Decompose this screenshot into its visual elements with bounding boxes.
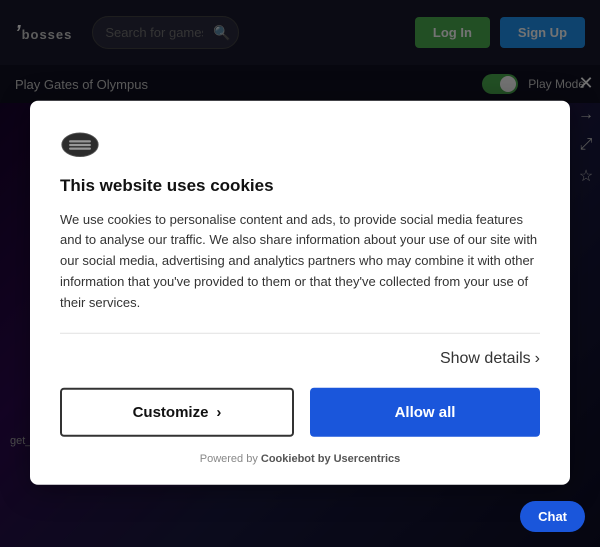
cookie-modal: This website uses cookies We use cookies…: [30, 100, 570, 485]
cookie-divider: [60, 333, 540, 334]
show-details-button[interactable]: Show details ›: [440, 350, 540, 368]
cookie-title: This website uses cookies: [60, 175, 540, 195]
customize-label: Customize: [133, 404, 209, 421]
customize-chevron-icon: ›: [216, 404, 221, 421]
cookie-body-text: We use cookies to personalise content an…: [60, 209, 540, 313]
show-details-label: Show details: [440, 350, 531, 368]
powered-by: Powered by Cookiebot by Usercentrics: [60, 453, 540, 465]
cookiebot-link[interactable]: Cookiebot by Usercentrics: [261, 453, 400, 465]
show-details-row: Show details ›: [60, 350, 540, 368]
cookiebot-logo-svg: [60, 130, 100, 158]
chat-button[interactable]: Chat: [520, 501, 585, 532]
cookie-action-buttons: Customize › Allow all: [60, 388, 540, 437]
cookiebot-logo: [60, 130, 540, 163]
powered-by-text: Powered by: [200, 453, 258, 465]
show-details-chevron-icon: ›: [535, 350, 540, 368]
allow-all-button[interactable]: Allow all: [310, 388, 540, 437]
customize-button[interactable]: Customize ›: [60, 388, 294, 437]
